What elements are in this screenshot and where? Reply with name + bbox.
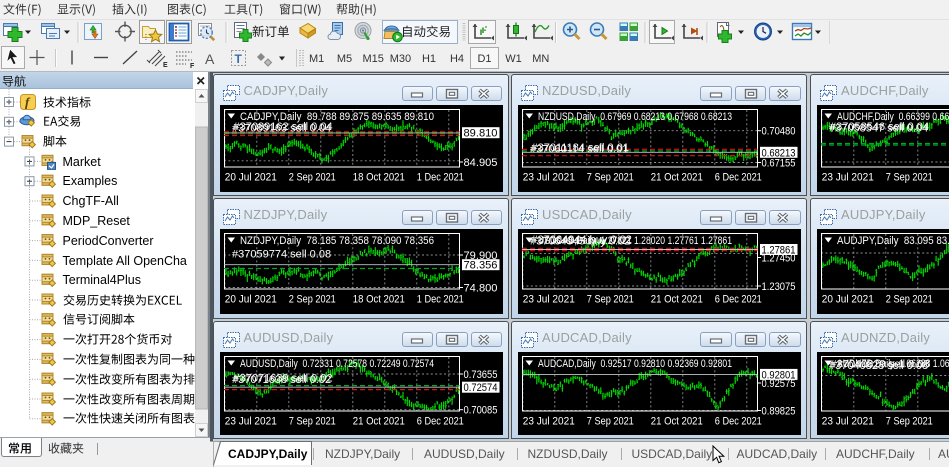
svg-text:20 Jul 2021: 20 Jul 2021 <box>224 172 276 184</box>
svg-text:21 Oct 2021: 21 Oct 2021 <box>651 415 703 427</box>
svg-text:74.800: 74.800 <box>463 283 497 295</box>
svg-text:AUDCAD,Daily 0.92517 0.92810: AUDCAD,Daily 0.92517 0.92810 0.92369 0.9… <box>538 358 732 370</box>
svg-text:84.905: 84.905 <box>463 157 497 169</box>
svg-text:7 Sep 2021: 7 Sep 2021 <box>288 415 335 427</box>
svg-text:T: T <box>235 52 243 66</box>
svg-text:7 Sep 2021: 7 Sep 2021 <box>886 415 933 427</box>
svg-text:23 Jul 2021: 23 Jul 2021 <box>523 415 575 427</box>
svg-text:0.70480: 0.70480 <box>762 126 796 138</box>
svg-text:21 Oct 2021: 21 Oct 2021 <box>352 415 404 427</box>
svg-text:#37040829 sell 0.08: #37040829 sell 0.08 <box>831 358 930 370</box>
svg-text:M5: M5 <box>337 53 352 65</box>
svg-text:#37064944 buy 0.02: #37064944 buy 0.02 <box>532 234 632 246</box>
svg-text:H1: H1 <box>422 53 436 65</box>
svg-text:0.72574: 0.72574 <box>463 382 497 394</box>
svg-text:M30: M30 <box>390 53 411 65</box>
svg-text:A: A <box>205 51 215 67</box>
svg-text:7 Sep 2021: 7 Sep 2021 <box>587 415 634 427</box>
svg-text:18 Oct 2021: 18 Oct 2021 <box>352 294 404 306</box>
svg-text:23 Jul 2021: 23 Jul 2021 <box>224 415 276 427</box>
svg-text:AUDJPY,Daily 83.095 83.292 82: AUDJPY,Daily 83.095 83.292 82.979 83.164 <box>837 235 949 247</box>
svg-text:0.73655: 0.73655 <box>463 369 497 381</box>
svg-text:E: E <box>163 62 168 69</box>
svg-text:20 Jul 2021: 20 Jul 2021 <box>224 294 276 306</box>
svg-text:#37089162 sell 0.04: #37089162 sell 0.04 <box>233 121 332 133</box>
svg-text:1 Dec 2021: 1 Dec 2021 <box>416 172 463 184</box>
svg-text:23 Jul 2021: 23 Jul 2021 <box>523 172 575 184</box>
svg-text:6 Dec 2021: 6 Dec 2021 <box>715 415 762 427</box>
svg-text:2 Sep 2021: 2 Sep 2021 <box>288 172 335 184</box>
svg-text:F: F <box>190 63 195 70</box>
svg-text:W1: W1 <box>505 53 522 65</box>
svg-text:6 Dec 2021: 6 Dec 2021 <box>715 294 762 306</box>
svg-text:0.92801: 0.92801 <box>762 369 796 381</box>
svg-text:21 Oct 2021: 21 Oct 2021 <box>651 294 703 306</box>
svg-text:23 Jul 2021: 23 Jul 2021 <box>523 294 575 306</box>
svg-text:18 Oct 2021: 18 Oct 2021 <box>352 172 404 184</box>
svg-text:2 Sep 2021: 2 Sep 2021 <box>886 294 933 306</box>
svg-text:H4: H4 <box>450 53 464 65</box>
svg-text:M1: M1 <box>309 53 324 65</box>
svg-text:AUDUSD,Daily 0.72331 0.72578: AUDUSD,Daily 0.72331 0.72578 0.72249 0.7… <box>240 358 434 370</box>
svg-text:NZDJPY,Daily 78.185 78.358 78: NZDJPY,Daily 78.185 78.358 78.090 78.356 <box>240 235 434 247</box>
svg-text:#37071639 sell 0.02: #37071639 sell 0.02 <box>233 372 332 384</box>
svg-text:23 Jul 2021: 23 Jul 2021 <box>822 415 874 427</box>
svg-text:7 Sep 2021: 7 Sep 2021 <box>587 172 634 184</box>
svg-text:20 Jul 2021: 20 Jul 2021 <box>822 294 874 306</box>
svg-text:#37058546 sell 0.04: #37058546 sell 0.04 <box>830 121 929 133</box>
svg-text:NZDUSD,Daily 0.67969 0.68213: NZDUSD,Daily 0.67969 0.68213 0.67968 0.6… <box>538 111 732 123</box>
svg-text:89.810: 89.810 <box>463 128 497 140</box>
svg-text:23 Jul 2021: 23 Jul 2021 <box>822 172 874 184</box>
svg-text:#37059774 sell 0.08: #37059774 sell 0.08 <box>232 249 331 261</box>
svg-text:6 Dec 2021: 6 Dec 2021 <box>416 415 463 427</box>
svg-text:M15: M15 <box>362 53 383 65</box>
svg-text:7 Sep 2021: 7 Sep 2021 <box>587 294 634 306</box>
svg-text:1 Dec 2021: 1 Dec 2021 <box>416 294 463 306</box>
svg-text:#37011184 sell 0.01: #37011184 sell 0.01 <box>532 142 629 154</box>
svg-text:0.70085: 0.70085 <box>463 404 497 416</box>
svg-text:1.23075: 1.23075 <box>762 281 796 293</box>
svg-text:MN: MN <box>532 53 549 65</box>
svg-text:6 Dec 2021: 6 Dec 2021 <box>715 172 762 184</box>
svg-text:1.27861: 1.27861 <box>762 245 796 257</box>
svg-text:7 Sep 2021: 7 Sep 2021 <box>886 172 933 184</box>
svg-text:0.89825: 0.89825 <box>762 405 796 417</box>
svg-text:D1: D1 <box>477 53 491 65</box>
svg-text:21 Oct 2021: 21 Oct 2021 <box>651 172 703 184</box>
svg-text:2 Sep 2021: 2 Sep 2021 <box>288 294 335 306</box>
svg-text:0.68213: 0.68213 <box>762 147 796 159</box>
svg-text:78.356: 78.356 <box>463 260 497 272</box>
